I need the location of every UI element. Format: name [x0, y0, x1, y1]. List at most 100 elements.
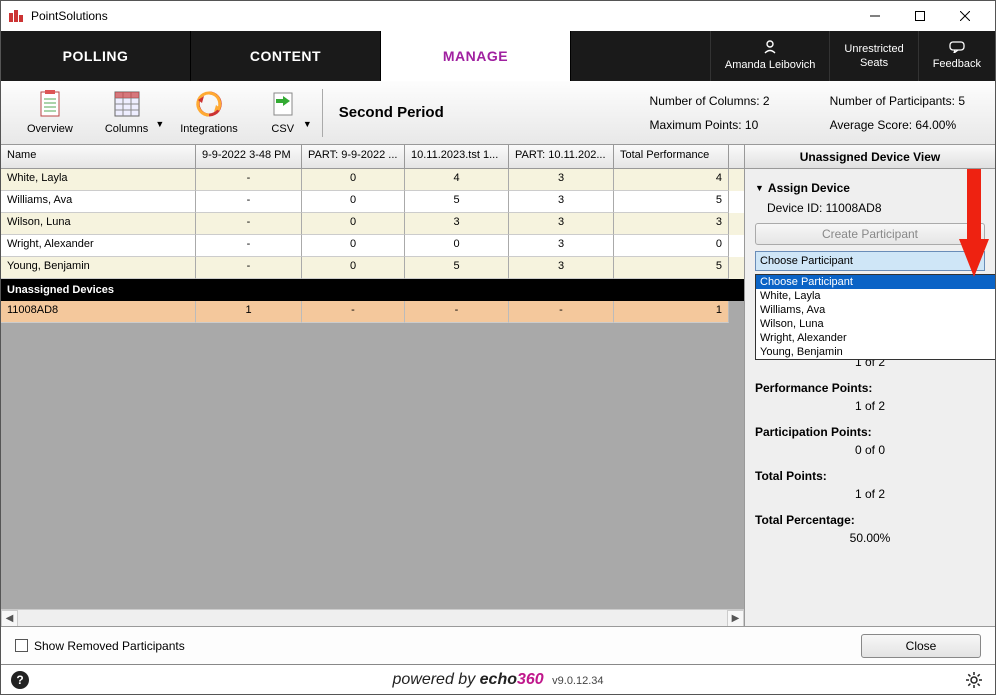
period-title: Second Period	[339, 104, 444, 121]
col-header-part1[interactable]: PART: 9-9-2022 ...	[302, 145, 405, 168]
perf-points-value: 1 of 2	[755, 399, 985, 413]
col-header-part2[interactable]: PART: 10.11.202...	[509, 145, 614, 168]
horizontal-scrollbar[interactable]: ◀ ▶	[1, 609, 744, 626]
cell: 4	[614, 169, 729, 191]
cell: 3	[405, 213, 509, 235]
footer-brand: powered by echo360 v9.0.12.34	[392, 671, 603, 689]
cell: -	[196, 213, 302, 235]
cell: -	[405, 301, 509, 323]
powered-by-text: powered by	[392, 671, 475, 688]
unassigned-section-header: Unassigned Devices	[1, 279, 744, 301]
tab-polling[interactable]: POLLING	[1, 31, 191, 81]
total-pct-label: Total Percentage:	[755, 513, 985, 527]
assign-device-section[interactable]: ▼ Assign Device	[755, 181, 985, 195]
participant-dropdown-list[interactable]: Choose Participant White, Layla Williams…	[755, 274, 995, 360]
table-row[interactable]: Wright, Alexander - 0 0 3 0	[1, 235, 744, 257]
device-id-label: Device ID: 11008AD8	[767, 201, 985, 215]
cell: 1	[196, 301, 302, 323]
cell-name: White, Layla	[1, 169, 196, 191]
window-title: PointSolutions	[31, 9, 852, 23]
num-participants-label: Number of Participants: 5	[830, 94, 965, 108]
tab-content[interactable]: CONTENT	[191, 31, 381, 81]
cell: 3	[509, 213, 614, 235]
gear-icon[interactable]	[965, 671, 983, 689]
cell: -	[196, 191, 302, 213]
dropdown-option[interactable]: White, Layla	[756, 289, 995, 303]
col-header-name[interactable]: Name	[1, 145, 196, 168]
feedback-item[interactable]: Feedback	[918, 31, 995, 81]
collapse-icon: ▼	[755, 183, 764, 193]
show-removed-checkbox[interactable]: Show Removed Participants	[15, 639, 185, 653]
cell: 0	[302, 191, 405, 213]
help-icon[interactable]: ?	[11, 671, 29, 689]
tab-manage[interactable]: MANAGE	[381, 31, 571, 81]
columns-label: Columns	[105, 123, 148, 135]
cell: 1	[614, 301, 729, 323]
cell-name: Wright, Alexander	[1, 235, 196, 257]
integrations-button[interactable]: Integrations	[170, 88, 247, 137]
minimize-button[interactable]	[852, 2, 897, 30]
cell: 3	[509, 169, 614, 191]
cell: 3	[614, 213, 729, 235]
app-icon	[9, 10, 25, 22]
cell: 0	[302, 235, 405, 257]
cell: 5	[614, 191, 729, 213]
table-row[interactable]: Williams, Ava - 0 5 3 5	[1, 191, 744, 213]
columns-icon	[113, 90, 141, 121]
dropdown-option[interactable]: Young, Benjamin	[756, 345, 995, 359]
columns-caret-icon[interactable]: ▼	[155, 119, 164, 129]
unassigned-row[interactable]: 11008AD8 1 - - - 1	[1, 301, 744, 323]
cell: -	[302, 301, 405, 323]
scroll-track[interactable]	[18, 610, 727, 627]
brand-360: 360	[517, 671, 544, 688]
cell-device-id: 11008AD8	[1, 301, 196, 323]
scroll-left-icon[interactable]: ◀	[1, 610, 18, 627]
integrations-icon	[195, 90, 223, 121]
cell: 0	[405, 235, 509, 257]
brand-echo: echo	[480, 671, 517, 688]
total-points-value: 1 of 2	[755, 487, 985, 501]
choose-participant-combo[interactable]: Choose Participant ⌄	[755, 251, 985, 271]
col-header-sess1[interactable]: 9-9-2022 3-48 PM	[196, 145, 302, 168]
assign-device-label: Assign Device	[768, 181, 850, 195]
user-account[interactable]: Amanda Leibovich	[710, 31, 830, 81]
part-points-value: 0 of 0	[755, 443, 985, 457]
overview-button[interactable]: Overview	[17, 88, 83, 137]
cell: -	[196, 169, 302, 191]
columns-button[interactable]: Columns ▼	[95, 88, 158, 137]
table-row[interactable]: Wilson, Luna - 0 3 3 3	[1, 213, 744, 235]
scroll-right-icon[interactable]: ▶	[727, 610, 744, 627]
part-points-label: Participation Points:	[755, 425, 985, 439]
num-columns-label: Number of Columns: 2	[650, 94, 770, 108]
table-row[interactable]: White, Layla - 0 4 3 4	[1, 169, 744, 191]
dropdown-option[interactable]: Wilson, Luna	[756, 317, 995, 331]
table-row[interactable]: Young, Benjamin - 0 5 3 5	[1, 257, 744, 279]
toolbar-divider	[322, 89, 323, 137]
cell: 5	[405, 257, 509, 279]
perf-points-label: Performance Points:	[755, 381, 985, 395]
seats-bottom-label: Seats	[860, 56, 888, 70]
close-button[interactable]: Close	[861, 634, 981, 658]
total-pct-value: 50.00%	[755, 531, 985, 545]
maximize-button[interactable]	[897, 2, 942, 30]
dropdown-option[interactable]: Wright, Alexander	[756, 331, 995, 345]
cell: 4	[405, 169, 509, 191]
csv-caret-icon[interactable]: ▼	[303, 119, 312, 129]
avg-score-label: Average Score: 64.00%	[830, 118, 965, 132]
cell: 0	[302, 169, 405, 191]
cell: 0	[302, 213, 405, 235]
combo-selected-text: Choose Participant	[760, 255, 853, 267]
seats-item[interactable]: Unrestricted Seats	[829, 31, 917, 81]
total-points-label: Total Points:	[755, 469, 985, 483]
cell: 0	[614, 235, 729, 257]
col-header-sess2[interactable]: 10.11.2023.tst 1...	[405, 145, 509, 168]
max-points-label: Maximum Points: 10	[650, 118, 770, 132]
dropdown-option[interactable]: Choose Participant	[756, 275, 995, 289]
create-participant-button[interactable]: Create Participant	[755, 223, 985, 245]
close-window-button[interactable]	[942, 2, 987, 30]
dropdown-option[interactable]: Williams, Ava	[756, 303, 995, 317]
integrations-label: Integrations	[180, 123, 237, 135]
col-header-total[interactable]: Total Performance	[614, 145, 729, 168]
cell: 5	[614, 257, 729, 279]
csv-button[interactable]: CSV ▼	[260, 88, 306, 137]
